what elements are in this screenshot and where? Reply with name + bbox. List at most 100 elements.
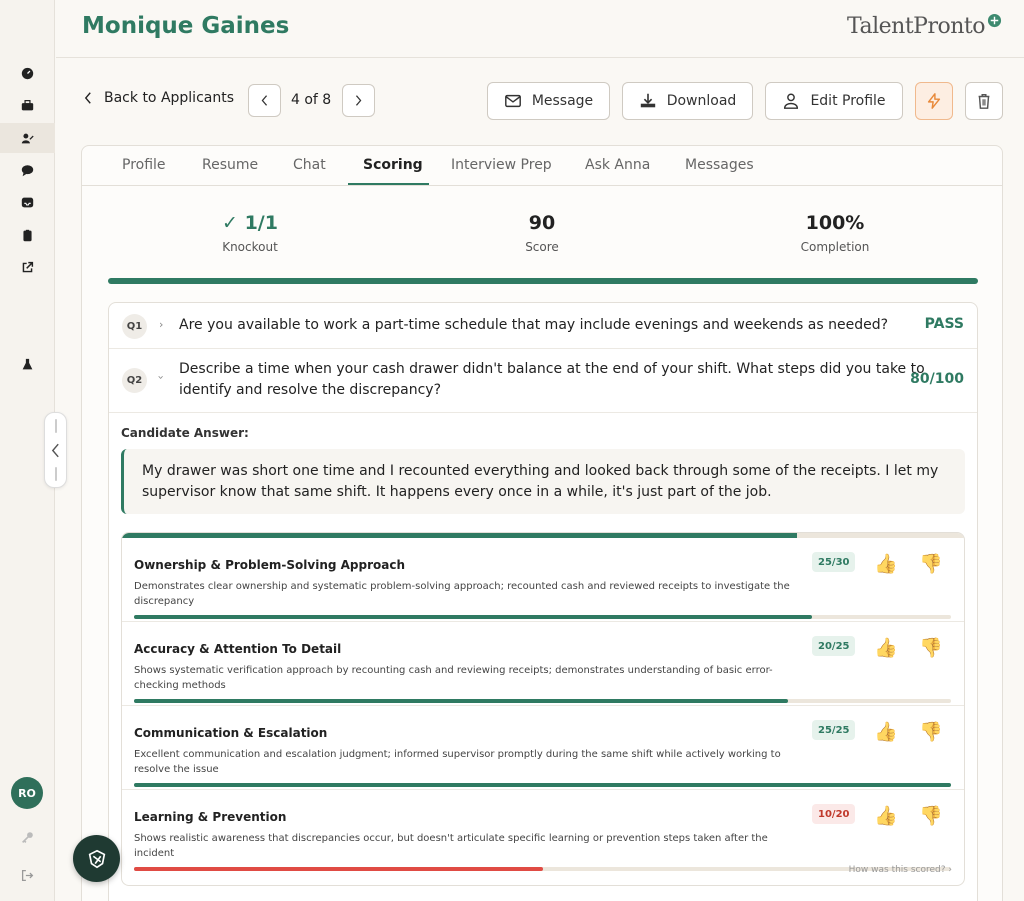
thumbs-up-icon[interactable]: 👍: [874, 720, 898, 743]
completion-value: 100%: [805, 212, 865, 234]
chevron-left-icon: [51, 443, 59, 457]
tab-messages[interactable]: Messages: [685, 157, 754, 173]
completion-progress-bar: [108, 278, 978, 284]
knockout-stat: ✓ 1/1 Knockout: [170, 212, 330, 254]
criterion-description: Shows realistic awareness that discrepan…: [134, 831, 794, 861]
criterion-description: Shows systematic verification approach b…: [134, 663, 794, 693]
logout-icon[interactable]: [0, 860, 55, 890]
criterion-score-badge: 10/20: [812, 804, 856, 824]
key-icon[interactable]: [0, 822, 55, 852]
criterion-score-badge: 25/25: [812, 720, 856, 740]
question-text-line: identify and resolve the discrepancy?: [179, 382, 442, 398]
question-result: PASS: [924, 316, 964, 332]
download-button[interactable]: Download: [622, 82, 753, 120]
collapse-sidebar-handle[interactable]: [44, 412, 67, 488]
criterion-score-badge: 20/25: [812, 636, 856, 656]
applicants-icon[interactable]: [0, 123, 55, 153]
criteria-panel: Ownership & Problem-Solving Approach Demo…: [121, 532, 965, 886]
answer-line: supervisor know that same shift. It happ…: [142, 484, 772, 500]
knockout-label: Knockout: [222, 240, 278, 254]
thumbs-down-icon[interactable]: 👎: [919, 720, 943, 743]
avatar[interactable]: RO: [11, 777, 43, 809]
completion-stat: 100% Completion: [755, 212, 915, 254]
edit-profile-button[interactable]: Edit Profile: [765, 82, 903, 120]
chat-bubble-icon[interactable]: [0, 155, 55, 185]
criterion-row: Learning & Prevention Shows realistic awa…: [122, 790, 964, 874]
tab-resume[interactable]: Resume: [202, 157, 258, 173]
handle-grip-top: [55, 419, 57, 433]
question-number-badge: Q1: [122, 314, 147, 339]
criterion-description-line: Shows realistic awareness that discrepan…: [134, 833, 768, 859]
lab-flask-icon[interactable]: [0, 349, 55, 379]
pager-position: 4 of 8: [291, 92, 332, 108]
dashboard-icon[interactable]: [0, 58, 55, 88]
question-number-badge: Q2: [122, 368, 147, 393]
criterion-name: Accuracy & Attention To Detail: [134, 642, 342, 656]
logo-mark-icon: [987, 13, 1002, 28]
edit-profile-label: Edit Profile: [810, 93, 886, 109]
question-row-q1[interactable]: Q1 › Are you available to work a part-ti…: [109, 303, 977, 349]
completion-label: Completion: [800, 240, 870, 254]
tab-profile[interactable]: Profile: [122, 157, 166, 173]
quick-action-bolt-button[interactable]: [915, 82, 953, 120]
message-label: Message: [531, 93, 594, 109]
chevron-right-icon: [355, 95, 362, 106]
criterion-score-bar: [134, 783, 951, 787]
candidate-answer-label: Candidate Answer:: [121, 426, 249, 440]
chevron-right-icon: ›: [159, 318, 164, 331]
thumbs-down-icon[interactable]: 👎: [919, 552, 943, 575]
back-to-applicants-link[interactable]: Back to Applicants: [84, 90, 234, 106]
assistant-logo-icon: [88, 849, 105, 868]
person-icon: [784, 93, 799, 109]
criterion-row: Ownership & Problem-Solving Approach Demo…: [122, 538, 964, 622]
how-was-this-scored-link[interactable]: How was this scored? ›: [849, 865, 952, 875]
thumbs-up-icon[interactable]: 👍: [874, 552, 898, 575]
tab-scoring[interactable]: Scoring: [363, 157, 423, 173]
criterion-row: Accuracy & Attention To Detail Shows syst…: [122, 622, 964, 706]
criterion-score-badge: 25/30: [812, 552, 856, 572]
applicant-detail-card: Profile Resume Chat Scoring Interview Pr…: [81, 145, 1003, 901]
next-applicant-button[interactable]: [342, 84, 375, 117]
thumbs-down-icon[interactable]: 👎: [919, 636, 943, 659]
trash-icon: [978, 93, 990, 109]
clipboard-icon[interactable]: [0, 220, 55, 250]
criterion-description-line: Demonstrates clear ownership and systema…: [134, 581, 790, 592]
criterion-score-fill: [134, 783, 951, 787]
thumbs-down-icon[interactable]: 👎: [919, 804, 943, 827]
criterion-score-bar: [134, 867, 951, 871]
score-value: 90: [528, 212, 556, 234]
question-text: Are you available to work a part-time sc…: [179, 317, 889, 333]
criterion-description: Excellent communication and escalation j…: [134, 747, 794, 777]
previous-applicant-button[interactable]: [248, 84, 281, 117]
external-link-icon[interactable]: [0, 252, 55, 282]
thumbs-up-icon[interactable]: 👍: [874, 804, 898, 827]
question-text: Describe a time when your cash drawer di…: [179, 359, 925, 401]
criterion-row: Communication & Escalation Excellent comm…: [122, 706, 964, 790]
criterion-name: Communication & Escalation: [134, 726, 328, 740]
tab-interview-prep[interactable]: Interview Prep: [451, 157, 552, 173]
assistant-fab-button[interactable]: [73, 835, 120, 882]
questions-panel: Q1 › Are you available to work a part-ti…: [108, 302, 978, 901]
question-row-q2[interactable]: Q2 › Describe a time when your cash draw…: [109, 349, 977, 413]
tab-chat[interactable]: Chat: [293, 157, 326, 173]
inbox-icon[interactable]: [0, 187, 55, 217]
thumbs-up-icon[interactable]: 👍: [874, 636, 898, 659]
download-icon: [640, 93, 655, 108]
chevron-left-icon: [84, 92, 91, 104]
criterion-description-line: checking methods: [134, 680, 226, 691]
lightning-bolt-icon: [927, 93, 941, 109]
knockout-value: ✓ 1/1: [222, 212, 278, 234]
criterion-score-bar: [134, 699, 951, 703]
question-text-line: Describe a time when your cash drawer di…: [179, 361, 925, 377]
download-label: Download: [666, 93, 737, 109]
back-label: Back to Applicants: [104, 90, 235, 106]
jobs-briefcase-icon[interactable]: [0, 90, 55, 120]
chevron-left-icon: [261, 95, 268, 106]
criterion-description-line: Excellent communication and escalation j…: [134, 749, 781, 760]
tab-ask-anna[interactable]: Ask Anna: [585, 157, 650, 173]
delete-button[interactable]: [965, 82, 1003, 120]
message-button[interactable]: Message: [487, 82, 610, 120]
page-title: Monique Gaines: [82, 13, 290, 39]
candidate-answer-quote: My drawer was short one time and I recou…: [121, 449, 965, 514]
criterion-description: Demonstrates clear ownership and systema…: [134, 579, 794, 609]
